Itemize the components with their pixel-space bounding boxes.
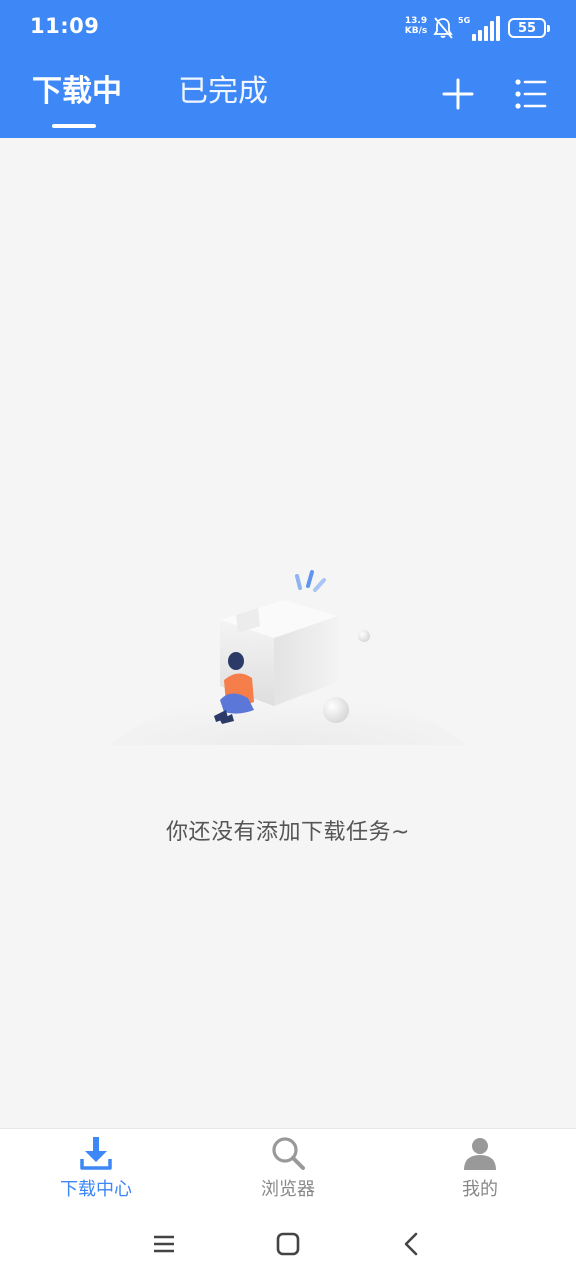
home-icon[interactable] [274, 1230, 302, 1258]
network-speed-unit: KB/s [404, 26, 428, 36]
nav-mine[interactable]: 我的 [384, 1129, 576, 1211]
add-icon [442, 78, 474, 110]
network-speed-value: 13.9 [404, 16, 428, 26]
recents-icon[interactable] [150, 1230, 178, 1258]
list-menu-button[interactable] [512, 76, 548, 112]
status-time: 11:09 [30, 14, 100, 38]
network-speed: 13.9 KB/s [400, 16, 432, 36]
empty-state-message: 你还没有添加下载任务~ [166, 820, 410, 845]
list-menu-icon [515, 79, 547, 109]
add-task-button[interactable] [440, 76, 476, 112]
nav-download-center[interactable]: 下载中心 [0, 1129, 192, 1211]
nav-mine-label: 我的 [462, 1179, 498, 1200]
system-nav-bar [0, 1210, 576, 1280]
nav-browser[interactable]: 浏览器 [192, 1129, 384, 1211]
back-icon[interactable] [398, 1230, 426, 1258]
download-icon [80, 1137, 112, 1170]
tab-downloading[interactable]: 下载中 [32, 72, 122, 112]
user-icon [464, 1138, 496, 1170]
bell-muted-icon [433, 17, 453, 39]
empty-box-illustration [108, 570, 468, 745]
tab-completed[interactable]: 已完成 [178, 72, 268, 112]
battery-level: 55 [517, 20, 537, 36]
download-manager-screen: 11:09 13.9 KB/s 5G 55 下载中 已完成 你还没有添加下载任务… [0, 0, 576, 1280]
app-header: 11:09 13.9 KB/s 5G 55 下载中 已完成 [0, 0, 576, 138]
bottom-nav: 下载中心 浏览器 我的 [0, 1128, 576, 1210]
nav-download-label: 下载中心 [60, 1179, 132, 1200]
active-tab-indicator [52, 124, 96, 128]
search-icon [272, 1137, 305, 1170]
signal-icon [472, 16, 500, 41]
battery-icon: 55 [508, 18, 550, 38]
nav-browser-label: 浏览器 [261, 1179, 315, 1200]
